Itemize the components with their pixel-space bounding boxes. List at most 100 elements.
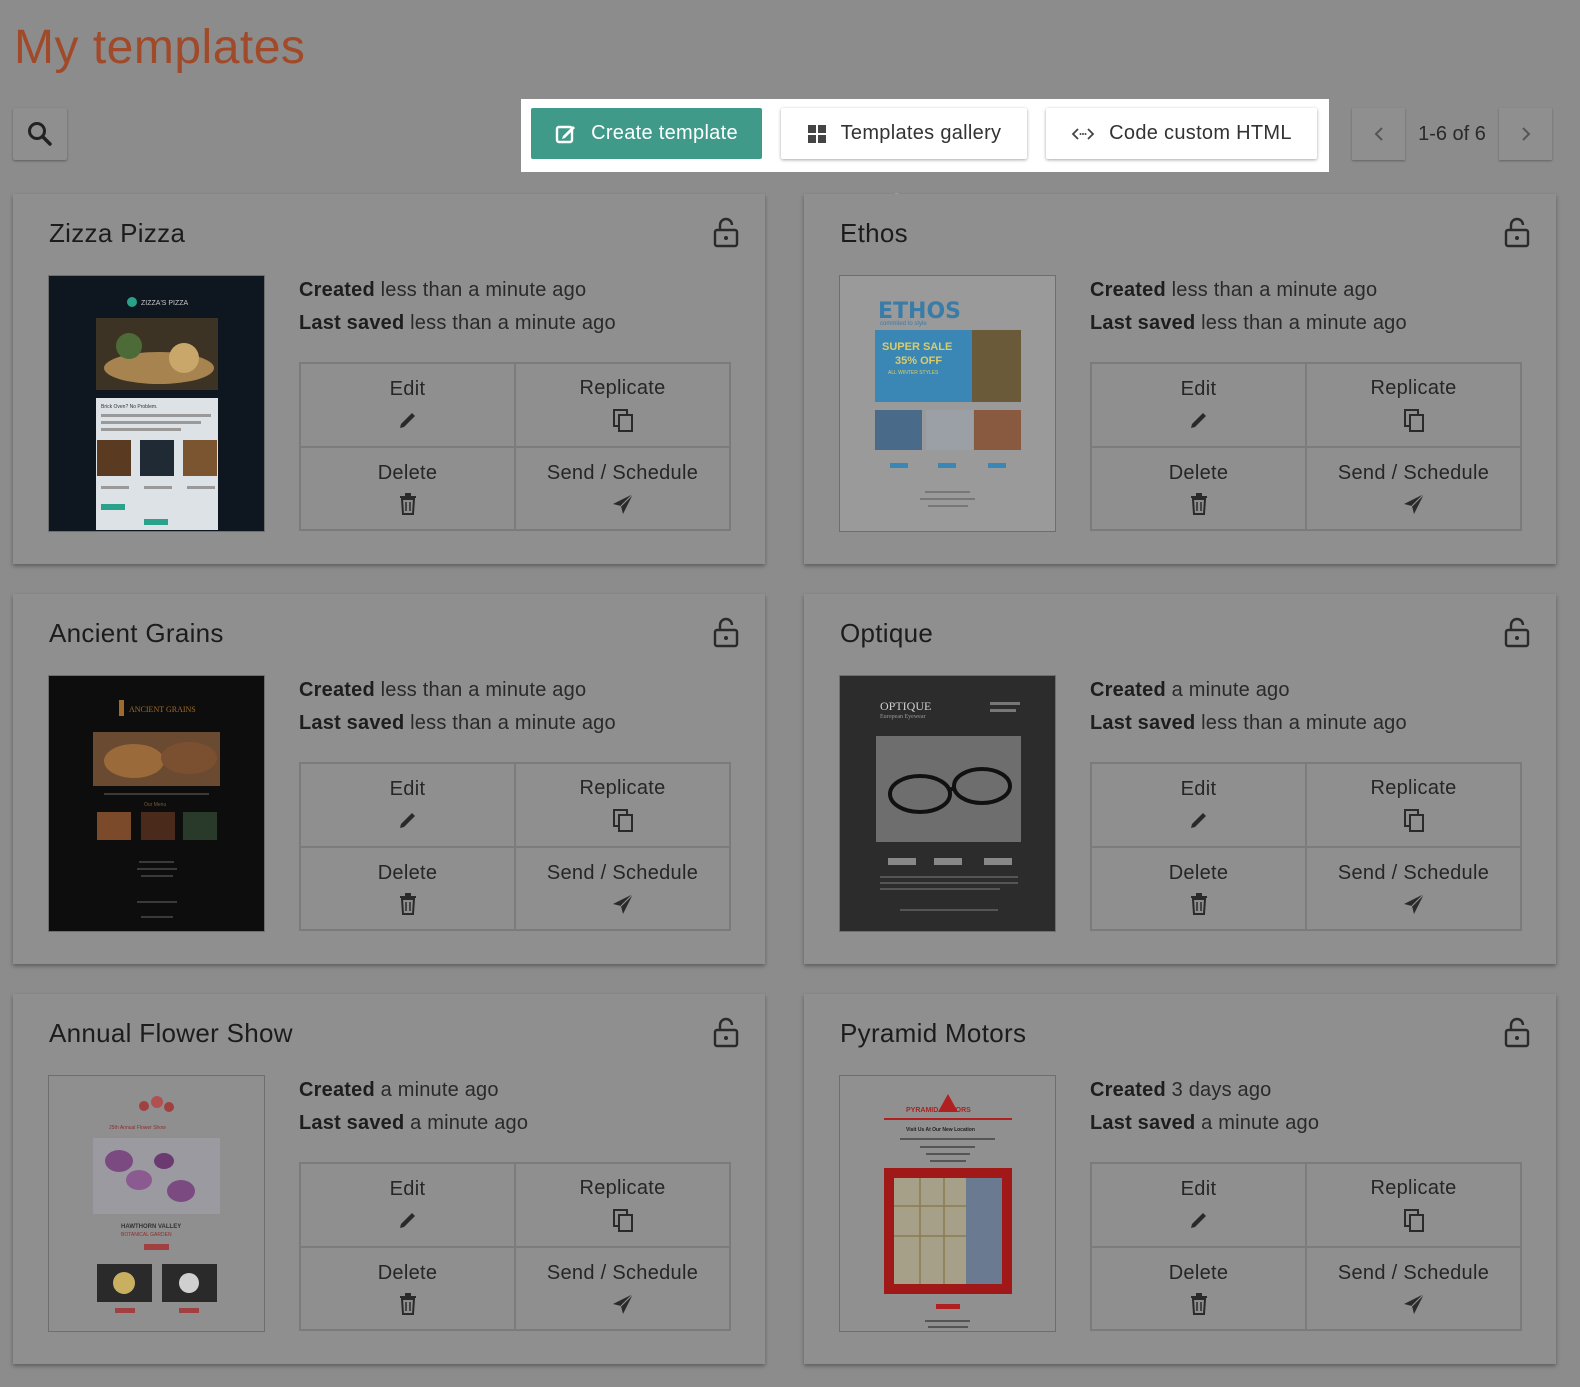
- created-time: 3 days ago: [1171, 1079, 1272, 1101]
- template-name: Pyramid Motors: [840, 1018, 1027, 1048]
- lock-button[interactable]: [1504, 616, 1530, 653]
- replicate-button[interactable]: Replicate: [515, 1163, 730, 1247]
- create-template-button[interactable]: Create template: [531, 108, 762, 159]
- thumb-logo: OPTIQUE: [880, 699, 931, 713]
- thumb-heading: Visit Us At Our New Location: [906, 1127, 975, 1133]
- pagination: 1-6 of 6: [1352, 108, 1552, 160]
- trash-icon: [399, 892, 416, 915]
- replicate-button[interactable]: Replicate: [515, 763, 730, 847]
- code-custom-html-button[interactable]: Code custom HTML: [1046, 108, 1317, 159]
- create-template-label: Create template: [591, 122, 738, 144]
- thumb-tagline: European Eyewear: [880, 714, 925, 720]
- template-thumbnail[interactable]: PYRAMID MOTORS Visit Us At Our New Locat…: [839, 1075, 1056, 1332]
- edit-button[interactable]: Edit: [1091, 763, 1306, 847]
- lock-icon: [1504, 217, 1530, 248]
- thumb-sale-2: 35% OFF: [895, 355, 942, 367]
- edit-button[interactable]: Edit: [300, 763, 515, 847]
- template-thumbnail[interactable]: ZIZZA'S PIZZA Brick Oven? No Problem.: [48, 275, 265, 532]
- created-time: less than a minute ago: [380, 679, 587, 701]
- lock-icon: [1504, 1017, 1530, 1048]
- edit-button[interactable]: Edit: [1091, 1163, 1306, 1247]
- lock-icon: [713, 617, 739, 648]
- saved-time: a minute ago: [410, 1112, 529, 1134]
- replicate-button[interactable]: Replicate: [1306, 763, 1521, 847]
- template-name: Annual Flower Show: [49, 1018, 293, 1048]
- template-thumbnail[interactable]: ETHOS commited to style SUPER SALE 35% O…: [839, 275, 1056, 532]
- replicate-button[interactable]: Replicate: [515, 363, 730, 447]
- template-card: Zizza Pizza ZIZZA'S PIZZA Brick Oven? No…: [13, 194, 765, 564]
- template-actions: Edit Replicate Delete Send / Schedule: [1090, 362, 1522, 531]
- template-thumbnail[interactable]: 25th Annual Flower Show HAWTHORN VALLEY …: [48, 1075, 265, 1332]
- delete-button[interactable]: Delete: [300, 846, 515, 930]
- template-card: Pyramid Motors PYRAMID MOTORS Visit Us A…: [804, 994, 1556, 1364]
- edit-box-icon: [555, 125, 576, 143]
- pencil-icon: [1190, 413, 1206, 429]
- template-meta: Created 3 days ago Last saved a minute a…: [1090, 1079, 1320, 1134]
- lock-button[interactable]: [1504, 1016, 1530, 1053]
- copy-icon: [612, 409, 633, 433]
- edit-button[interactable]: Edit: [300, 363, 515, 447]
- next-page-button[interactable]: [1499, 108, 1552, 160]
- template-actions: Edit Replicate Delete Send / Schedule: [299, 1162, 731, 1331]
- delete-button[interactable]: Delete: [1091, 1246, 1306, 1330]
- template-meta: Created less than a minute ago Last save…: [299, 679, 616, 734]
- thumb-tagline: commited to style: [880, 321, 927, 327]
- templates-gallery-button[interactable]: Templates gallery: [781, 108, 1027, 159]
- pencil-icon: [399, 813, 415, 829]
- delete-button[interactable]: Delete: [300, 1246, 515, 1330]
- search-button[interactable]: [13, 108, 67, 160]
- thumb-garden-2: BOTANICAL GARDEN: [121, 1232, 172, 1238]
- template-card: Annual Flower Show 25th Annual Flower Sh…: [13, 994, 765, 1364]
- send-schedule-button[interactable]: Send / Schedule: [515, 846, 730, 930]
- delete-button[interactable]: Delete: [300, 446, 515, 530]
- template-thumbnail[interactable]: OPTIQUE European Eyewear: [839, 675, 1056, 932]
- send-icon: [1403, 893, 1424, 914]
- pencil-icon: [1190, 1213, 1206, 1229]
- template-card: Optique OPTIQUE European Eyewear Created…: [804, 594, 1556, 964]
- send-schedule-button[interactable]: Send / Schedule: [1306, 1246, 1521, 1330]
- search-icon: [28, 122, 52, 146]
- thumb-logo: ANCIENT GRAINS: [129, 705, 196, 714]
- replicate-button[interactable]: Replicate: [1306, 363, 1521, 447]
- send-icon: [612, 493, 633, 514]
- code-custom-html-label: Code custom HTML: [1109, 122, 1292, 144]
- copy-icon: [612, 1209, 633, 1233]
- pencil-icon: [1190, 813, 1206, 829]
- trash-icon: [1190, 892, 1207, 915]
- send-icon: [612, 1293, 633, 1314]
- send-schedule-button[interactable]: Send / Schedule: [515, 1246, 730, 1330]
- pencil-icon: [399, 1213, 415, 1229]
- send-icon: [1403, 493, 1424, 514]
- template-thumbnail[interactable]: ANCIENT GRAINS Our Menu: [48, 675, 265, 932]
- thumb-heading: 25th Annual Flower Show: [109, 1125, 166, 1131]
- send-icon: [1403, 1293, 1424, 1314]
- template-card: Ethos ETHOS commited to style SUPER SALE…: [804, 194, 1556, 564]
- send-schedule-button[interactable]: Send / Schedule: [1306, 446, 1521, 530]
- trash-icon: [1190, 1292, 1207, 1315]
- lock-icon: [713, 1017, 739, 1048]
- lock-button[interactable]: [713, 616, 739, 653]
- lock-button[interactable]: [713, 1016, 739, 1053]
- thumb-menu: Our Menu: [144, 802, 166, 808]
- lock-button[interactable]: [713, 216, 739, 253]
- edit-button[interactable]: Edit: [1091, 363, 1306, 447]
- created-time: a minute ago: [380, 1079, 499, 1101]
- edit-button[interactable]: Edit: [300, 1163, 515, 1247]
- copy-icon: [1403, 409, 1424, 433]
- template-meta: Created a minute ago Last saved less tha…: [1090, 679, 1407, 734]
- delete-button[interactable]: Delete: [1091, 446, 1306, 530]
- send-schedule-button[interactable]: Send / Schedule: [515, 446, 730, 530]
- replicate-button[interactable]: Replicate: [1306, 1163, 1521, 1247]
- template-card: Ancient Grains ANCIENT GRAINS Our Menu C…: [13, 594, 765, 964]
- lock-button[interactable]: [1504, 216, 1530, 253]
- created-time: less than a minute ago: [380, 279, 587, 301]
- copy-icon: [1403, 1209, 1424, 1233]
- saved-time: a minute ago: [1201, 1112, 1320, 1134]
- send-schedule-button[interactable]: Send / Schedule: [1306, 846, 1521, 930]
- trash-icon: [1190, 492, 1207, 515]
- prev-page-button[interactable]: [1352, 108, 1405, 160]
- delete-button[interactable]: Delete: [1091, 846, 1306, 930]
- template-name: Zizza Pizza: [49, 218, 186, 248]
- chevron-right-icon: [1521, 127, 1530, 141]
- template-actions: Edit Replicate Delete Send / Schedule: [1090, 762, 1522, 931]
